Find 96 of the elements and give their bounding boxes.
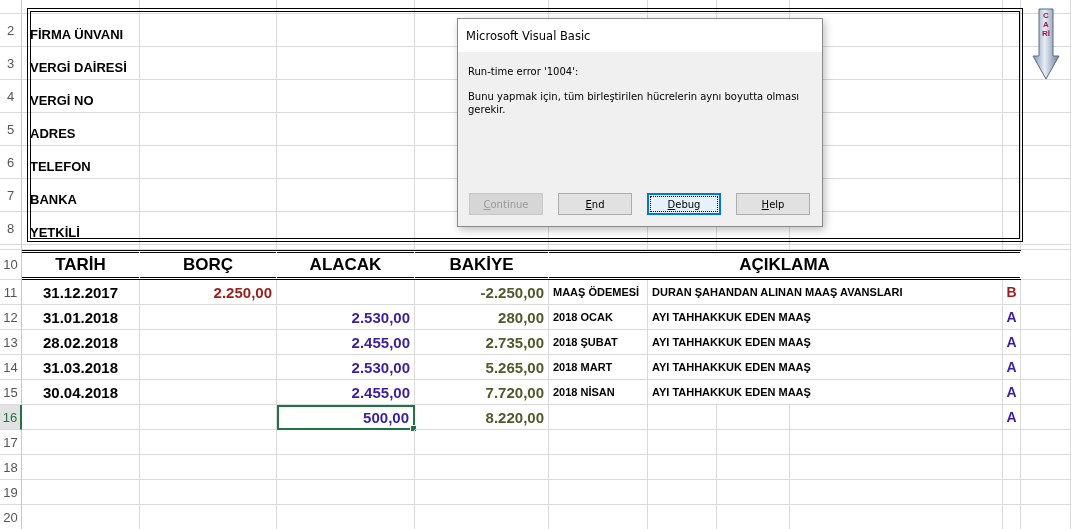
row-number: 3	[6, 55, 15, 71]
error-message: Bunu yapmak için, tüm birleştirilen hücrelerin aynı boyutta olması gerekir.	[468, 90, 801, 116]
row-number: 19	[3, 484, 18, 500]
field-label: TELEFON	[30, 158, 91, 174]
amount-cell: 2.455,00	[351, 383, 410, 401]
note-cell: 2018 MART	[553, 361, 613, 373]
date-cell: 31.12.2017	[42, 283, 119, 301]
field-label: FİRMA ÜNVANI	[30, 26, 124, 42]
empty-cell	[1003, 455, 1021, 480]
dialog-button[interactable]: End	[558, 193, 632, 215]
row-number: 12	[3, 309, 18, 325]
empty-cell	[1003, 212, 1021, 245]
code-letter: A	[1006, 409, 1017, 425]
empty-cell	[1003, 146, 1021, 179]
empty-cell	[648, 430, 717, 455]
column-header: ALACAK	[309, 255, 382, 275]
row-number: 16	[2, 409, 18, 425]
date-cell: 30.04.2018	[42, 383, 119, 401]
amount-cell: 5.265,00	[485, 358, 544, 376]
description-cell: AYI TAHHAKKUK EDEN MAAŞ	[652, 361, 811, 373]
description-cell: DURAN ŞAHANDAN ALINAN MAAŞ AVANSLARI	[652, 286, 903, 298]
column-header: TARİH	[55, 255, 106, 275]
amount-cell: 2.530,00	[351, 358, 410, 376]
dialog-title: Microsoft Visual Basic	[466, 28, 591, 43]
empty-cell	[1003, 179, 1021, 212]
empty-cell	[1003, 0, 1021, 14]
amount-cell: 7.720,00	[485, 383, 544, 401]
row-number: 7	[6, 187, 15, 203]
field-label: VERGİ DAİRESİ	[30, 59, 127, 75]
row-number: 8	[6, 220, 15, 236]
empty-cell	[1021, 179, 1071, 212]
empty-cell	[1021, 113, 1071, 146]
row-number: 5	[6, 121, 15, 137]
row-number: 18	[3, 459, 18, 475]
description-cell: AYI TAHHAKKUK EDEN MAAŞ	[652, 336, 811, 348]
error-title: Run-time error '1004':	[468, 66, 580, 77]
empty-cell	[1003, 480, 1021, 505]
empty-cell	[1021, 430, 1071, 455]
column-header: AÇIKLAMA	[739, 255, 830, 275]
row-number: 4	[6, 88, 15, 104]
empty-cell	[1003, 47, 1021, 80]
date-cell: 31.03.2018	[42, 358, 119, 376]
fill-handle[interactable]	[410, 425, 417, 432]
arrow-label: CARİ	[1042, 12, 1050, 39]
note-cell: 2018 ŞUBAT	[553, 336, 618, 348]
row-number: 10	[3, 257, 18, 272]
amount-cell: 500,00	[363, 409, 409, 426]
empty-cell	[1021, 80, 1071, 113]
column-header: BORÇ	[182, 255, 234, 275]
empty-cell	[1021, 250, 1071, 280]
date-cell: 31.01.2018	[42, 308, 119, 326]
amount-cell: -2.250,00	[480, 283, 544, 301]
code-letter: A	[1006, 309, 1017, 325]
description-cell: AYI TAHHAKKUK EDEN MAAŞ	[652, 386, 811, 398]
column-header: BAKİYE	[449, 255, 514, 275]
code-letter: A	[1006, 334, 1017, 350]
code-letter: A	[1006, 384, 1017, 400]
empty-cell	[1021, 146, 1071, 179]
amount-cell: 2.250,00	[213, 283, 272, 301]
note-cell: 2018 NİSAN	[553, 386, 615, 398]
empty-cell	[1021, 455, 1071, 480]
field-label: YETKİLİ	[30, 224, 80, 240]
empty-cell	[648, 0, 717, 14]
row-number: 17	[3, 434, 18, 450]
code-letter: A	[1006, 359, 1017, 375]
amount-cell: 2.735,00	[485, 333, 544, 351]
field-label: VERGİ NO	[30, 92, 94, 108]
empty-cell	[1003, 80, 1021, 113]
date-cell: 28.02.2018	[42, 333, 119, 351]
amount-cell: 2.455,00	[351, 333, 410, 351]
row-number: 20	[3, 509, 18, 525]
empty-cell	[1003, 113, 1021, 146]
row-number: 2	[6, 22, 15, 38]
code-letter: B	[1006, 284, 1017, 300]
row-number: 14	[3, 359, 18, 375]
empty-cell	[648, 480, 717, 505]
field-label: ADRES	[30, 125, 76, 141]
down-arrow-icon	[1032, 8, 1060, 80]
row-number: 15	[3, 384, 18, 400]
empty-cell	[1021, 480, 1071, 505]
amount-cell: 8.220,00	[485, 408, 544, 426]
empty-cell	[648, 455, 717, 480]
selected-cell[interactable]: 500,00	[277, 405, 415, 430]
note-cell: 2018 OCAK	[553, 311, 613, 323]
note-cell: MAAŞ ÖDEMESİ	[553, 286, 640, 298]
amount-cell: 2.530,00	[351, 308, 410, 326]
row-number: 11	[3, 284, 18, 300]
dialog-button[interactable]: Help	[736, 193, 810, 215]
dialog-button[interactable]: Debug	[647, 193, 721, 215]
row-number: 6	[6, 154, 15, 170]
empty-cell	[1003, 14, 1021, 47]
description-cell: AYI TAHHAKKUK EDEN MAAŞ	[652, 311, 811, 323]
empty-cell	[1021, 212, 1071, 245]
row-number: 13	[3, 334, 18, 350]
field-label: BANKA	[30, 191, 77, 207]
amount-cell: 280,00	[498, 308, 544, 326]
